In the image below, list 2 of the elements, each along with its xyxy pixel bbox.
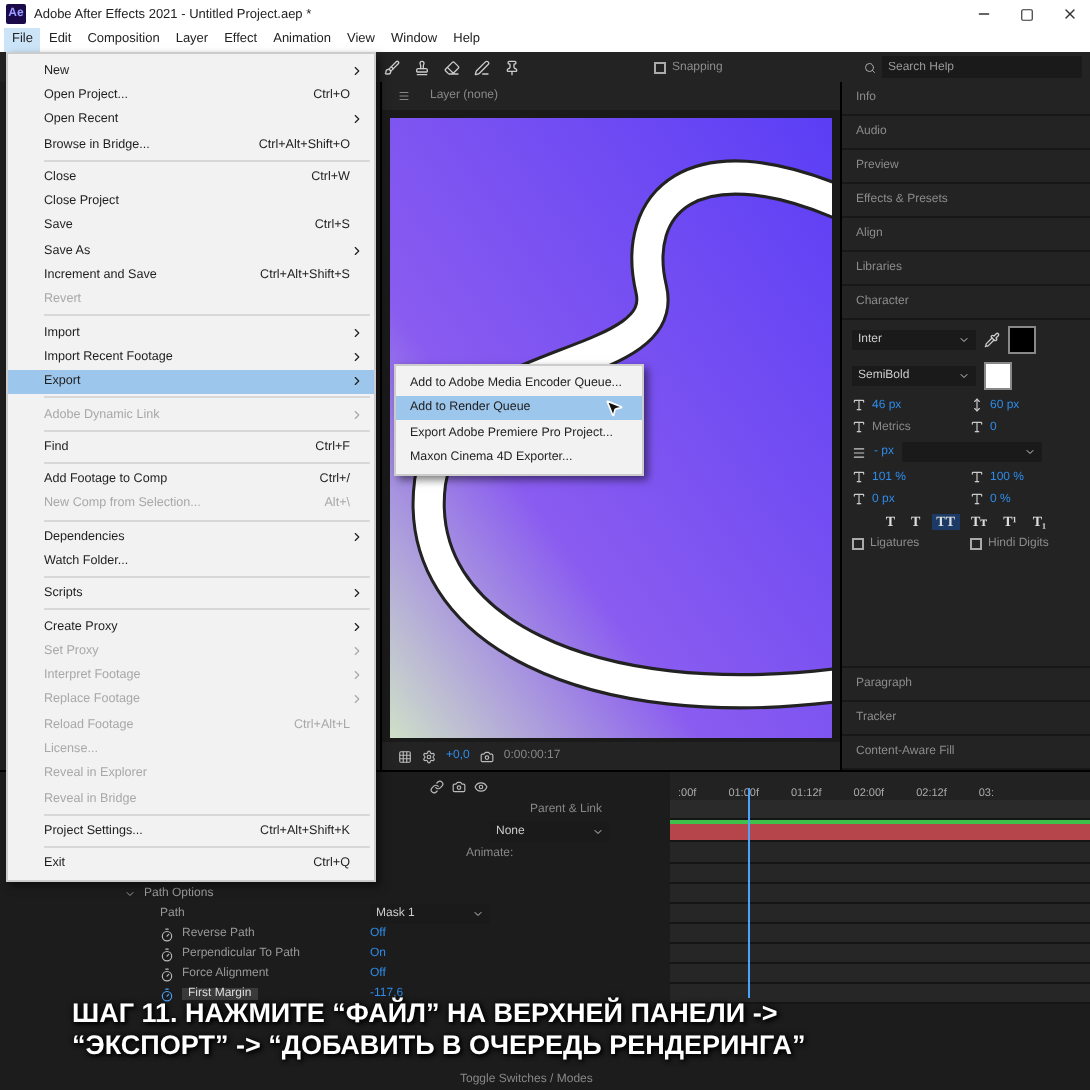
caption-text: ШАГ 11. НАЖМИТЕ “ФАЙЛ” НА ВЕРХНЕЙ ПАНЕЛИ -> <box>72 998 780 1028</box>
caption-text: “ЭКСПОРТ” -> “ДОБАВИТЬ В ОЧЕРЕДЬ РЕНДЕРИНГА” <box>72 1030 806 1060</box>
